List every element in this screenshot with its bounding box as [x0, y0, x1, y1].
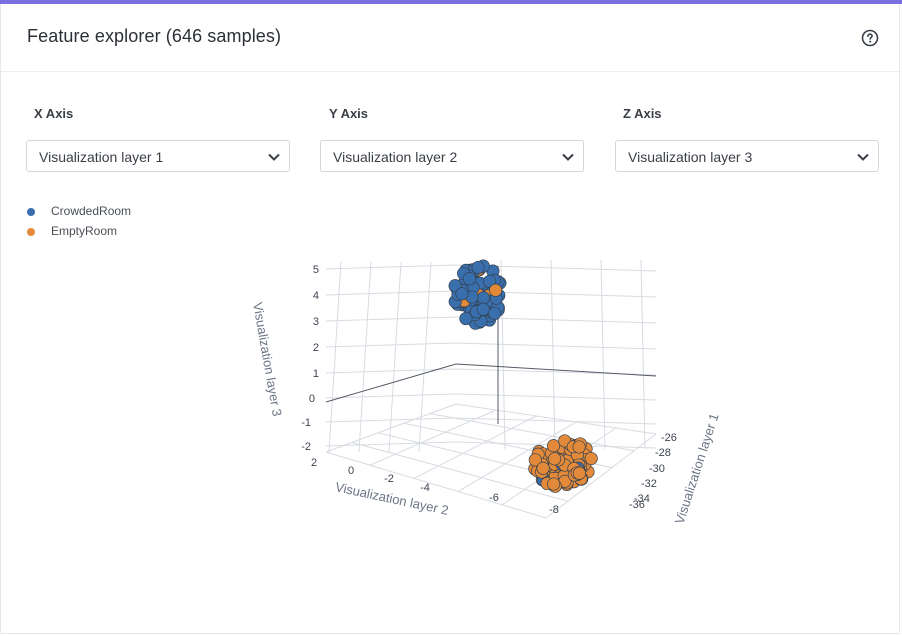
point-crowdedroom — [488, 306, 502, 321]
y-axis-select[interactable]: Visualization layer 2 — [320, 140, 584, 172]
y-axis-select-value: Visualization layer 2 — [333, 149, 458, 165]
point-emptyroom — [536, 461, 550, 475]
x-axis-title: Visualization layer 1 — [672, 411, 722, 525]
panel-header: Feature explorer (646 samples) — [1, 4, 901, 72]
scatter-3d-plot[interactable]: 543210-1-220-2-4-6-8-26-28-30-32-34-36 V… — [1, 180, 901, 560]
point-crowdedroom — [462, 272, 476, 286]
grid-line — [328, 261, 342, 453]
z-axis-label: Z Axis — [623, 106, 662, 121]
z-tick-label: 5 — [313, 264, 319, 276]
y-tick-label: -8 — [549, 504, 559, 516]
x-tick-label: -28 — [655, 447, 671, 459]
chevron-down-icon — [562, 153, 574, 161]
grid-line — [640, 259, 646, 450]
grid-line — [358, 261, 372, 453]
point-emptyroom — [584, 451, 598, 466]
grid-line — [325, 264, 457, 270]
grid-line — [325, 403, 457, 453]
grid-line — [455, 342, 657, 350]
z-tick-label: 4 — [313, 290, 319, 302]
point-emptyroom — [546, 439, 561, 453]
point-crowdedroom — [471, 260, 485, 275]
point-emptyroom — [572, 466, 586, 480]
feature-explorer-panel: Feature explorer (646 samples) X Axis Y … — [0, 4, 901, 634]
grid-line — [418, 261, 432, 453]
chevron-down-icon — [857, 153, 869, 161]
x-tick-label: -32 — [641, 478, 657, 490]
grid-line — [325, 441, 457, 447]
point-crowdedroom — [459, 312, 473, 326]
page-title: Feature explorer (646 samples) — [27, 26, 282, 46]
plot-axis-titles: Visualization layer 3 Visualization layer… — [250, 301, 722, 526]
grid-line — [325, 316, 457, 322]
x-tick-label: -36 — [629, 499, 645, 511]
y-tick-label: 2 — [311, 457, 317, 469]
grid-line — [325, 342, 457, 348]
z-tick-label: 2 — [313, 342, 319, 354]
y-axis-label: Y Axis — [329, 106, 369, 121]
help-icon[interactable] — [861, 29, 879, 47]
x-axis-label: X Axis — [34, 106, 74, 121]
y-tick-label: -6 — [489, 492, 499, 504]
z-tick-label: 1 — [313, 368, 319, 380]
point-crowdedroom — [489, 283, 503, 297]
z-axis-select[interactable]: Visualization layer 3 — [615, 140, 879, 172]
grid-line — [600, 259, 606, 450]
y-tick-label: 0 — [348, 465, 354, 477]
grid-line — [388, 261, 402, 453]
y-tick-label: -2 — [384, 473, 394, 485]
z-tick-label: 3 — [313, 316, 319, 328]
x-axis-select[interactable]: Visualization layer 1 — [26, 140, 290, 172]
chevron-down-icon — [268, 153, 280, 161]
y-tick-label: -4 — [420, 482, 430, 494]
point-crowdedroom — [455, 287, 469, 301]
point-crowdedroom — [476, 302, 490, 316]
z-axis-select-value: Visualization layer 3 — [628, 149, 753, 165]
x-tick-label: -30 — [649, 463, 665, 475]
z-axis-title: Visualization layer 3 — [250, 301, 285, 417]
point-emptyroom — [572, 440, 586, 454]
x-axis-select-value: Visualization layer 1 — [39, 149, 164, 165]
y-axis-title: Visualization layer 2 — [334, 479, 450, 518]
x-tick-label: -26 — [661, 432, 677, 444]
z-tick-label: -2 — [301, 441, 311, 453]
z-tick-label: -1 — [301, 417, 311, 429]
z-tick-label: 0 — [309, 393, 315, 405]
grid-line — [325, 290, 457, 296]
point-emptyroom — [547, 477, 561, 491]
grid-line — [429, 413, 635, 452]
point-emptyroom — [548, 452, 562, 466]
point-crowdedroom — [476, 291, 490, 305]
grid-line — [455, 393, 657, 401]
